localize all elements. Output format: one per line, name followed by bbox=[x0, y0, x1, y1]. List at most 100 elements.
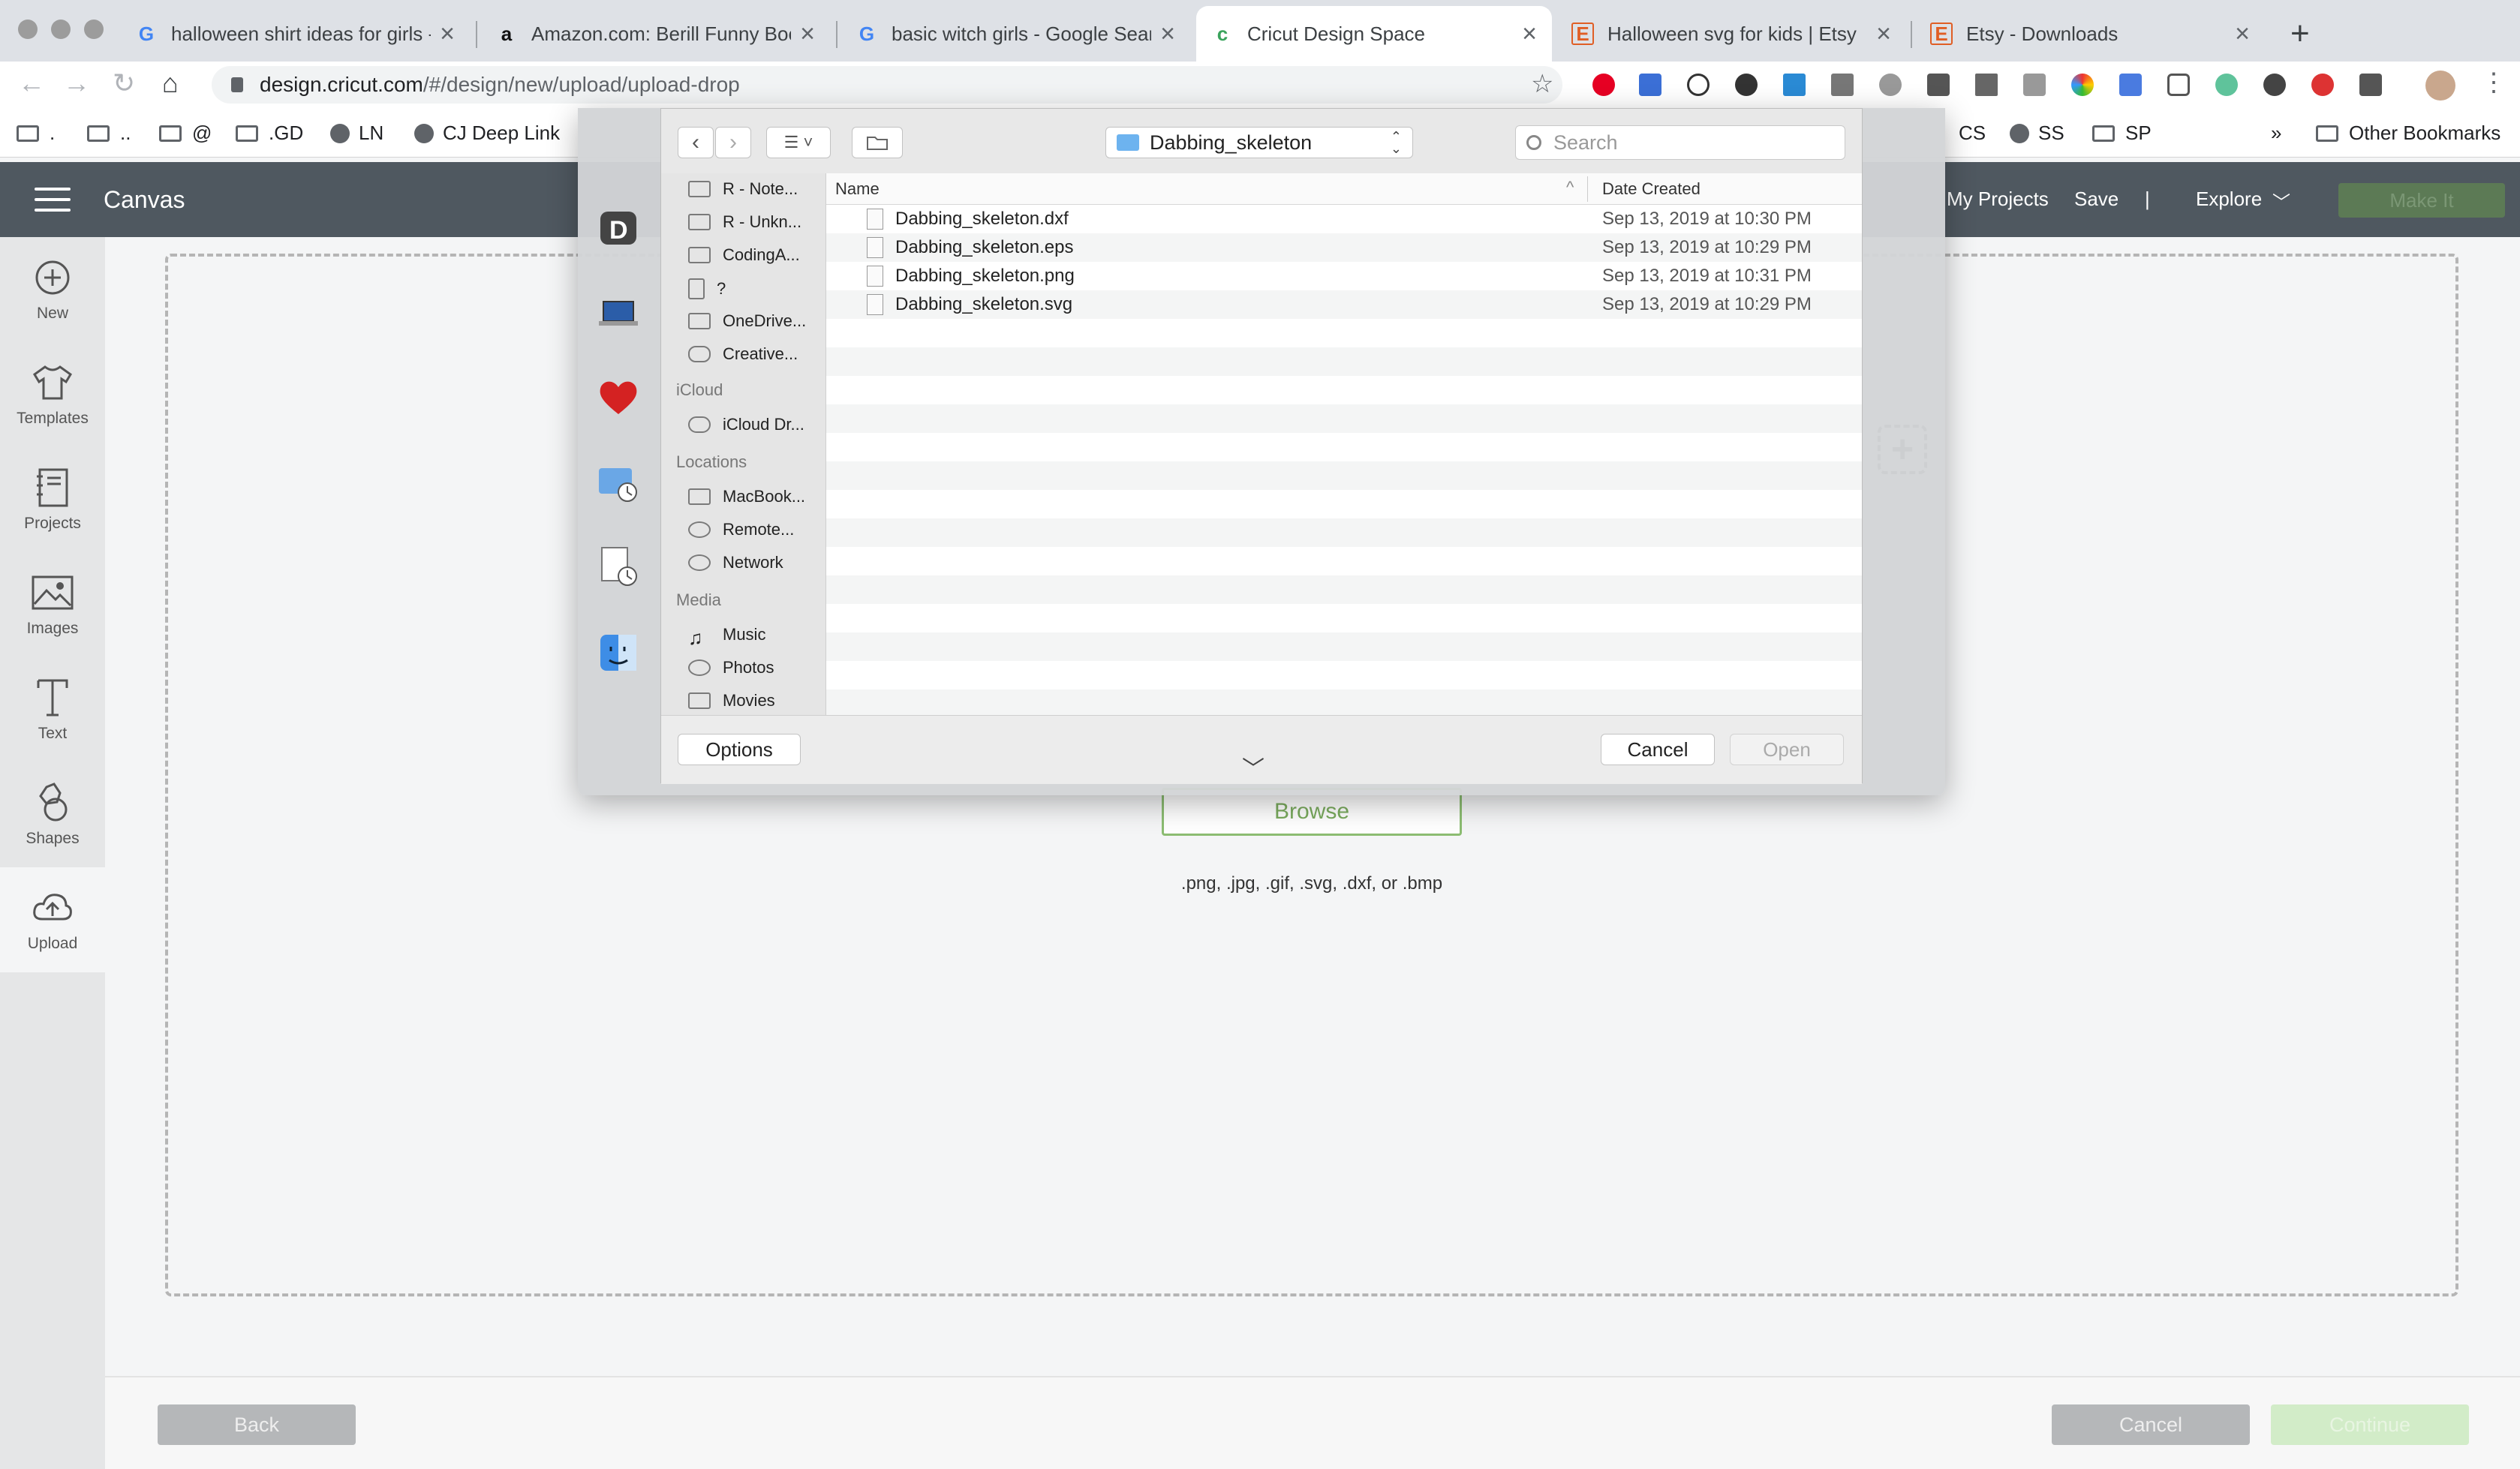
close-tab-icon[interactable]: × bbox=[440, 20, 455, 49]
sidebar-location[interactable]: Network bbox=[688, 553, 783, 572]
chevron-down-icon[interactable]: ﹀ bbox=[2272, 188, 2290, 214]
browser-tab-active[interactable]: c Cricut Design Space × bbox=[1196, 6, 1552, 62]
nav-back-button[interactable]: ‹ bbox=[678, 127, 714, 158]
file-row[interactable]: Dabbing_skeleton.svg Sep 13, 2019 at 10:… bbox=[826, 290, 1862, 319]
save-link[interactable]: Save bbox=[2074, 188, 2119, 211]
browser-menu-icon[interactable]: ⋮ bbox=[2481, 68, 2506, 98]
browser-tab[interactable]: E Halloween svg for kids | Etsy × bbox=[1556, 6, 1906, 62]
column-header-name[interactable]: Name bbox=[835, 179, 880, 199]
extension-icon[interactable] bbox=[2071, 74, 2094, 96]
share-extension-icon[interactable] bbox=[2215, 74, 2238, 96]
sidebar-favorite[interactable]: CodingA... bbox=[688, 245, 800, 265]
close-tab-icon[interactable]: × bbox=[2235, 20, 2250, 49]
laptop-icon[interactable] bbox=[596, 291, 641, 336]
view-mode-button[interactable]: ☰ ˅ bbox=[766, 127, 831, 158]
recent-documents-icon[interactable] bbox=[596, 545, 641, 590]
dialog-open-button[interactable]: Open bbox=[1730, 734, 1844, 765]
bookmark-link[interactable]: CS bbox=[1959, 122, 1986, 145]
my-projects-link[interactable]: My Projects bbox=[1947, 188, 2049, 211]
back-arrow-icon[interactable]: ← bbox=[18, 68, 45, 99]
extension-icon[interactable] bbox=[1831, 74, 1854, 96]
bookmark-folder[interactable]: @ bbox=[159, 122, 212, 145]
collapse-chevron-icon[interactable]: ﹀ bbox=[1242, 750, 1265, 783]
sidebar-favorite[interactable]: ? bbox=[688, 278, 726, 299]
browser-tab[interactable]: G halloween shirt ideas for girls - × bbox=[120, 6, 470, 62]
bookmark-link[interactable]: SS bbox=[2010, 122, 2064, 145]
other-bookmarks[interactable]: Other Bookmarks bbox=[2316, 122, 2500, 145]
close-tab-icon[interactable]: × bbox=[1160, 20, 1175, 49]
sidebar-item-shapes[interactable]: Shapes bbox=[0, 762, 105, 867]
extension-icon[interactable] bbox=[2263, 74, 2286, 96]
bookmark-star-icon[interactable]: ☆ bbox=[1531, 69, 1553, 99]
sidebar-favorite[interactable]: R - Note... bbox=[688, 179, 798, 199]
sidebar-favorite[interactable]: OneDrive... bbox=[688, 311, 806, 331]
extension-icon[interactable] bbox=[1927, 74, 1950, 96]
sidebar-item-templates[interactable]: Templates bbox=[0, 342, 105, 447]
bookmark-folder[interactable]: .. bbox=[87, 122, 131, 145]
bookmark-folder[interactable]: .GD bbox=[236, 122, 303, 145]
bookmark-link[interactable]: CJ Deep Link bbox=[414, 122, 560, 145]
nav-forward-button[interactable]: › bbox=[715, 127, 751, 158]
window-minimize-button[interactable] bbox=[51, 20, 71, 39]
close-tab-icon[interactable]: × bbox=[1876, 20, 1891, 49]
bookmark-folder[interactable]: . bbox=[17, 122, 55, 145]
back-button[interactable]: Back bbox=[158, 1404, 356, 1445]
new-folder-button[interactable] bbox=[852, 127, 903, 158]
close-tab-icon[interactable]: × bbox=[800, 20, 815, 49]
profile-avatar[interactable] bbox=[2425, 71, 2455, 101]
sidebar-item-projects[interactable]: Projects bbox=[0, 447, 105, 552]
sidebar-media[interactable]: ♫ Music bbox=[688, 625, 765, 649]
new-tab-button[interactable]: + bbox=[2290, 15, 2310, 53]
folder-path-popup[interactable]: Dabbing_skeleton ⌃ ⌄ bbox=[1105, 127, 1413, 158]
sidebar-favorite[interactable]: Creative... bbox=[688, 344, 798, 364]
heart-icon[interactable] bbox=[596, 375, 641, 420]
make-it-button[interactable]: Make It bbox=[2338, 183, 2505, 218]
hamburger-menu-icon[interactable] bbox=[35, 188, 71, 212]
search-input[interactable]: Search bbox=[1515, 125, 1845, 160]
extension-icon[interactable] bbox=[1639, 74, 1661, 96]
window-zoom-button[interactable] bbox=[84, 20, 104, 39]
sidebar-item-new[interactable]: New bbox=[0, 237, 105, 342]
recent-folder-icon[interactable] bbox=[596, 461, 641, 506]
options-button[interactable]: Options bbox=[678, 734, 801, 765]
extension-icon[interactable] bbox=[1783, 74, 1806, 96]
bookmarks-overflow[interactable]: » bbox=[2271, 122, 2281, 145]
sidebar-favorite[interactable]: R - Unkn... bbox=[688, 212, 801, 232]
column-header-date[interactable]: Date Created bbox=[1602, 179, 1701, 199]
sidebar-location[interactable]: MacBook... bbox=[688, 487, 805, 506]
extension-icon[interactable] bbox=[2311, 74, 2334, 96]
file-row[interactable]: Dabbing_skeleton.eps Sep 13, 2019 at 10:… bbox=[826, 233, 1862, 262]
close-tab-icon[interactable]: × bbox=[1522, 20, 1537, 49]
browser-tab[interactable]: G basic witch girls - Google Sear × bbox=[841, 6, 1190, 62]
window-close-button[interactable] bbox=[18, 20, 38, 39]
sidebar-media[interactable]: Movies bbox=[688, 691, 775, 710]
bookmark-folder[interactable]: SP bbox=[2092, 122, 2152, 145]
cancel-button[interactable]: Cancel bbox=[2052, 1404, 2250, 1445]
bookmark-link[interactable]: LN bbox=[330, 122, 383, 145]
extension-icon[interactable] bbox=[2167, 74, 2190, 96]
extension-icon[interactable] bbox=[1735, 74, 1758, 96]
extension-icon[interactable] bbox=[2119, 74, 2142, 96]
sidebar-item-text[interactable]: Text bbox=[0, 657, 105, 762]
extension-icon[interactable] bbox=[2023, 74, 2046, 96]
address-bar[interactable]: design.cricut.com/#/design/new/upload/up… bbox=[212, 66, 1562, 104]
file-row[interactable]: Dabbing_skeleton.dxf Sep 13, 2019 at 10:… bbox=[826, 205, 1862, 233]
reload-icon[interactable]: ↻ bbox=[113, 68, 135, 99]
pinterest-extension-icon[interactable] bbox=[1592, 74, 1615, 96]
sidebar-location[interactable]: Remote... bbox=[688, 520, 794, 539]
browser-tab[interactable]: E Etsy - Downloads × bbox=[1915, 6, 2265, 62]
forward-arrow-icon[interactable]: → bbox=[63, 68, 90, 99]
app-d-icon[interactable]: D bbox=[596, 206, 641, 251]
extension-icon[interactable] bbox=[1687, 74, 1710, 96]
explore-menu[interactable]: Explore bbox=[2196, 188, 2262, 211]
dialog-cancel-button[interactable]: Cancel bbox=[1601, 734, 1715, 765]
finder-icon[interactable] bbox=[596, 630, 641, 675]
home-icon[interactable]: ⌂ bbox=[162, 68, 179, 99]
extension-icon[interactable] bbox=[1879, 74, 1902, 96]
extension-icon[interactable] bbox=[1975, 74, 1998, 96]
extension-icon[interactable] bbox=[2359, 74, 2382, 96]
sidebar-item-upload[interactable]: Upload bbox=[0, 867, 105, 972]
sidebar-media[interactable]: Photos bbox=[688, 658, 774, 677]
sidebar-icloud-drive[interactable]: iCloud Dr... bbox=[688, 415, 804, 434]
continue-button[interactable]: Continue bbox=[2271, 1404, 2469, 1445]
